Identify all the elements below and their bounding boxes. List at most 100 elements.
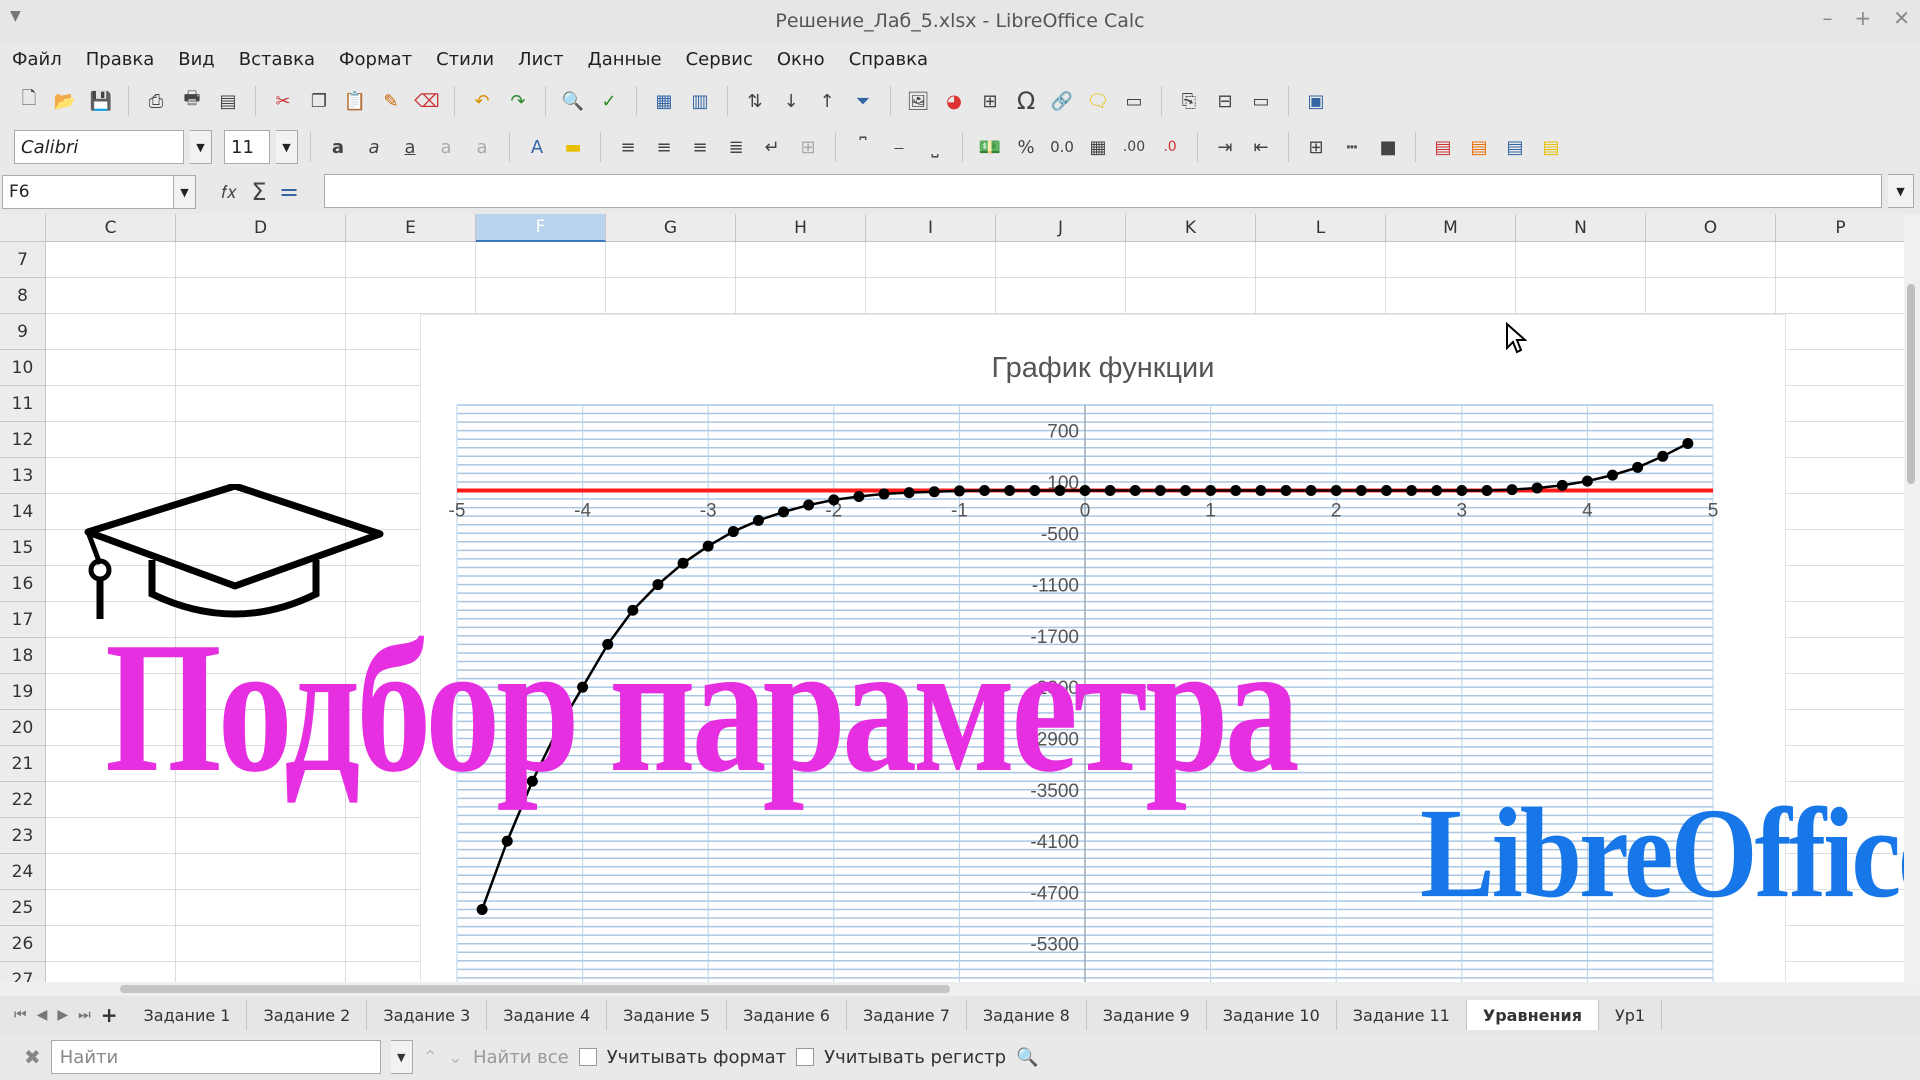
save-icon[interactable]: 💾: [86, 86, 116, 116]
sheet-tab[interactable]: Ур1: [1599, 1000, 1663, 1030]
font-size-dropdown-icon[interactable]: ▼: [276, 130, 298, 164]
column-header-k[interactable]: K: [1126, 214, 1256, 242]
border-color-icon[interactable]: ■: [1373, 132, 1403, 162]
currency-format-icon[interactable]: 💵: [975, 132, 1005, 162]
row-header-20[interactable]: 20: [0, 710, 46, 746]
row-header-11[interactable]: 11: [0, 386, 46, 422]
row-header-8[interactable]: 8: [0, 278, 46, 314]
row-header-22[interactable]: 22: [0, 782, 46, 818]
font-name-dropdown-icon[interactable]: ▼: [190, 130, 212, 164]
minimize-icon[interactable]: –: [1822, 6, 1832, 30]
first-sheet-icon[interactable]: ⏮: [14, 1007, 27, 1023]
percent-format-icon[interactable]: %: [1011, 132, 1041, 162]
data-bar-icon[interactable]: ▤: [1500, 132, 1530, 162]
font-name-box[interactable]: Calibri: [14, 130, 184, 164]
paste-icon[interactable]: 📋: [340, 86, 370, 116]
find-next-icon[interactable]: ⌄: [448, 1047, 463, 1068]
column-header-d[interactable]: D: [176, 214, 346, 242]
freeze-rows-columns-icon[interactable]: ⊟: [1210, 86, 1240, 116]
match-case-checkbox[interactable]: [796, 1048, 815, 1066]
menu-file[interactable]: Файл: [12, 49, 62, 70]
borders-icon[interactable]: ⊞: [1301, 132, 1331, 162]
corner-header[interactable]: [0, 214, 46, 242]
sheet-tab[interactable]: Задание 9: [1086, 1000, 1207, 1030]
sheet-tab[interactable]: Задание 5: [607, 1000, 728, 1030]
row-header-17[interactable]: 17: [0, 602, 46, 638]
add-decimal-icon[interactable]: .00: [1119, 132, 1149, 162]
decrease-indent-icon[interactable]: ⇤: [1246, 132, 1276, 162]
number-format-icon[interactable]: 0.0: [1047, 132, 1077, 162]
print-icon[interactable]: 🖶: [177, 86, 207, 116]
horizontal-scrollbar[interactable]: [0, 982, 1920, 996]
vertical-scrollbar[interactable]: [1904, 214, 1920, 982]
hyperlink-icon[interactable]: 🔗: [1047, 86, 1077, 116]
sheet-tab[interactable]: Задание 7: [846, 1000, 967, 1030]
column-header-j[interactable]: J: [996, 214, 1126, 242]
clear-formatting-icon[interactable]: ⌫: [412, 86, 442, 116]
italic-icon[interactable]: a: [359, 132, 389, 162]
justify-icon[interactable]: ≣: [721, 132, 751, 162]
pivot-table-icon[interactable]: ⊞: [975, 86, 1005, 116]
delete-decimal-icon[interactable]: .0: [1155, 132, 1185, 162]
find-replace-icon[interactable]: 🔍: [558, 86, 588, 116]
icon-set-icon[interactable]: ▤: [1536, 132, 1566, 162]
expand-formula-bar-icon[interactable]: ▼: [1888, 174, 1914, 208]
column-header-e[interactable]: E: [346, 214, 476, 242]
row-header-9[interactable]: 9: [0, 314, 46, 350]
find-previous-icon[interactable]: ⌃: [423, 1047, 438, 1068]
name-box-dropdown-icon[interactable]: ▼: [174, 175, 196, 209]
maximize-icon[interactable]: +: [1854, 6, 1871, 30]
sheet-tab[interactable]: Задание 10: [1206, 1000, 1337, 1030]
undo-icon[interactable]: ↶: [467, 86, 497, 116]
column-icon[interactable]: ▥: [685, 86, 715, 116]
find-replace-dialog-icon[interactable]: 🔍: [1016, 1047, 1038, 1068]
column-header-m[interactable]: M: [1386, 214, 1516, 242]
close-find-bar-icon[interactable]: ✖: [24, 1045, 41, 1069]
align-left-icon[interactable]: ≡: [613, 132, 643, 162]
row-header-18[interactable]: 18: [0, 638, 46, 674]
menu-tools[interactable]: Сервис: [686, 49, 753, 70]
copy-icon[interactable]: ❐: [304, 86, 334, 116]
row-header-21[interactable]: 21: [0, 746, 46, 782]
row-header-12[interactable]: 12: [0, 422, 46, 458]
highlight-color-icon[interactable]: ▬: [558, 132, 588, 162]
match-format-checkbox[interactable]: [578, 1048, 597, 1066]
merge-cells-icon[interactable]: ⊞: [793, 132, 823, 162]
split-window-icon[interactable]: ▭: [1246, 86, 1276, 116]
underline-icon[interactable]: a: [395, 132, 425, 162]
font-size-box[interactable]: 11: [224, 130, 270, 164]
autofilter-icon[interactable]: ⏷: [848, 86, 878, 116]
sheet-tab[interactable]: Задание 2: [247, 1000, 368, 1030]
horizontal-scroll-thumb[interactable]: [120, 985, 950, 993]
find-history-dropdown-icon[interactable]: ▼: [390, 1040, 413, 1074]
insert-image-icon[interactable]: 🖼: [903, 86, 933, 116]
sheet-tab[interactable]: Задание 6: [727, 1000, 847, 1030]
align-right-icon[interactable]: ≡: [685, 132, 715, 162]
row-header-19[interactable]: 19: [0, 674, 46, 710]
last-sheet-icon[interactable]: ⏭: [78, 1007, 91, 1023]
menu-view[interactable]: Вид: [178, 49, 215, 70]
shadow-icon[interactable]: a: [467, 132, 497, 162]
sheet-tab[interactable]: Задание 11: [1336, 1000, 1467, 1030]
function-wizard-icon[interactable]: 𝑓𝑥: [214, 177, 244, 207]
show-draw-functions-icon[interactable]: ▣: [1301, 86, 1331, 116]
sheet-tab[interactable]: Задание 3: [367, 1000, 488, 1030]
special-character-icon[interactable]: Ω: [1011, 86, 1041, 116]
menu-sheet[interactable]: Лист: [518, 49, 564, 70]
column-header-c[interactable]: C: [46, 214, 176, 242]
redo-icon[interactable]: ↷: [503, 86, 533, 116]
menu-help[interactable]: Справка: [849, 49, 928, 70]
define-print-area-icon[interactable]: ⎘: [1174, 86, 1204, 116]
row-icon[interactable]: ▦: [649, 86, 679, 116]
sheet-tab[interactable]: Задание 8: [966, 1000, 1087, 1030]
sheet-tab[interactable]: Уравнения: [1466, 1000, 1600, 1030]
sheet-tab[interactable]: Задание 4: [487, 1000, 608, 1030]
sort-ascending-icon[interactable]: ↓: [776, 86, 806, 116]
row-header-24[interactable]: 24: [0, 854, 46, 890]
column-header-p[interactable]: P: [1776, 214, 1904, 242]
headers-footers-icon[interactable]: ▭: [1119, 86, 1149, 116]
menu-window[interactable]: Окно: [777, 49, 825, 70]
close-icon[interactable]: ✕: [1893, 6, 1910, 30]
font-color-icon[interactable]: A: [522, 132, 552, 162]
previous-sheet-icon[interactable]: ◀: [37, 1007, 48, 1023]
